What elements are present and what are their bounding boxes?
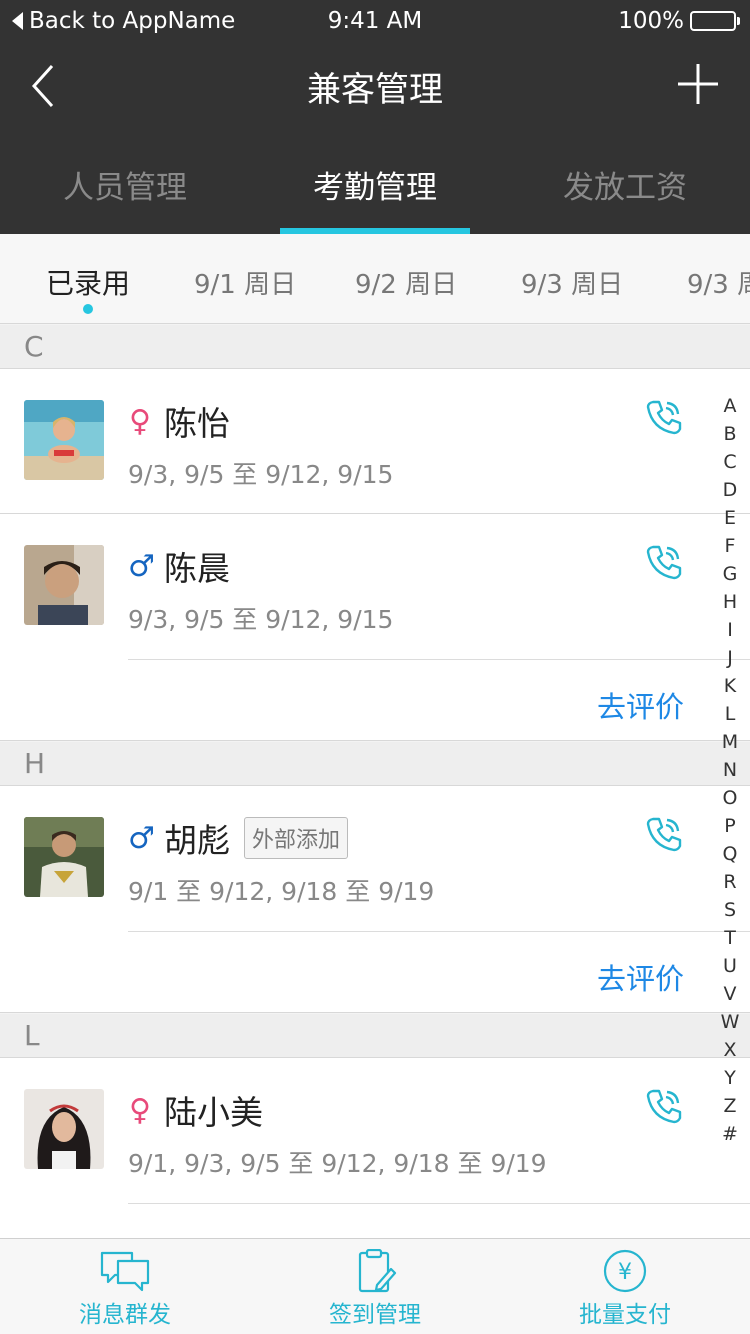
date-tab[interactable]: 9/3 周日 [521, 264, 623, 301]
index-letter[interactable]: X [718, 1036, 742, 1064]
status-bar: Back to AppName 9:41 AM 100% [0, 0, 750, 44]
index-letter[interactable]: Q [718, 840, 742, 868]
index-letter[interactable]: W [718, 1008, 742, 1036]
date-tab[interactable]: 9/2 周日 [355, 264, 457, 301]
index-letter[interactable]: U [718, 952, 742, 980]
index-letter[interactable]: L [718, 700, 742, 728]
date-tab-hired-label: 已录用 [46, 267, 131, 300]
tab-attendance[interactable]: 考勤管理 [250, 128, 500, 234]
index-letter[interactable]: F [718, 532, 742, 560]
date-tab[interactable]: 9/1 周日 [194, 264, 296, 301]
index-letter[interactable]: Y [718, 1064, 742, 1092]
female-icon: ♀ [129, 1092, 151, 1128]
yen-symbol: ¥ [618, 1260, 632, 1285]
index-letter[interactable]: N [718, 756, 742, 784]
divider [128, 1203, 750, 1204]
divider [0, 740, 750, 741]
index-letter[interactable]: D [718, 476, 742, 504]
index-letter[interactable]: G [718, 560, 742, 588]
index-letter[interactable]: C [718, 448, 742, 476]
index-letter[interactable]: E [718, 504, 742, 532]
tab-personnel[interactable]: 人员管理 [0, 128, 250, 234]
male-icon: ♂ [128, 820, 155, 856]
attendance-dates: 9/3, 9/5 至 9/12, 9/15 [128, 605, 394, 634]
rate-button[interactable]: 去评价 [597, 956, 684, 998]
yen-circle-icon: ¥ [603, 1249, 647, 1293]
clipboard-edit-icon [358, 1249, 397, 1293]
name-row: ♀ 陆小美 [128, 1086, 263, 1134]
alphabet-index[interactable]: A B C D E F G H I J K L M N O P Q R S T U V W X Y Z # [718, 392, 742, 1148]
page-title: 兼客管理 [307, 70, 443, 110]
checkin-label: 签到管理 [329, 1302, 421, 1328]
list-item[interactable]: ♂ 陈晨 9/3, 9/5 至 9/12, 9/15 去评价 [0, 514, 750, 741]
male-icon: ♂ [128, 548, 155, 584]
attendance-dates: 9/1, 9/3, 9/5 至 9/12, 9/18 至 9/19 [128, 1149, 547, 1178]
broadcast-label: 消息群发 [79, 1302, 171, 1328]
date-tab[interactable]: 9/3 周日 [687, 264, 750, 301]
section-header-h: H [0, 742, 750, 786]
female-icon: ♀ [129, 403, 151, 439]
tab-payroll[interactable]: 发放工资 [500, 128, 750, 234]
divider [128, 659, 750, 660]
active-dot-icon [83, 304, 93, 314]
external-added-badge: 外部添加 [244, 817, 349, 859]
top-tabs: 人员管理 考勤管理 发放工资 [0, 128, 750, 234]
date-tab-hired[interactable]: 已录用 [46, 262, 131, 314]
phone-icon[interactable] [644, 397, 684, 437]
list-item[interactable]: ♀ 陈怡 9/3, 9/5 至 9/12, 9/15 [0, 369, 750, 514]
name-row: ♂ 胡彪 外部添加 [128, 814, 349, 862]
index-letter[interactable]: K [718, 672, 742, 700]
checkin-management-button[interactable]: 签到管理 [250, 1239, 500, 1334]
add-icon[interactable] [676, 62, 720, 106]
pay-label: 批量支付 [579, 1302, 671, 1328]
section-header-c: C [0, 325, 750, 369]
list-item[interactable]: ♀ 陆小美 9/1, 9/3, 9/5 至 9/12, 9/18 至 9/19 [0, 1058, 750, 1238]
phone-icon[interactable] [644, 814, 684, 854]
index-letter[interactable]: V [718, 980, 742, 1008]
date-tabs: 已录用 9/1 周日 9/2 周日 9/3 周日 9/3 周日 [0, 234, 750, 324]
name-row: ♀ 陈怡 [128, 397, 230, 445]
index-letter[interactable]: A [718, 392, 742, 420]
broadcast-message-button[interactable]: 消息群发 [0, 1239, 250, 1334]
index-letter[interactable]: Z [718, 1092, 742, 1120]
index-letter[interactable]: M [718, 728, 742, 756]
rate-button[interactable]: 去评价 [597, 684, 684, 726]
person-name: 陈怡 [164, 404, 230, 443]
chat-bubbles-icon [100, 1251, 150, 1292]
index-letter[interactable]: H [718, 588, 742, 616]
index-letter[interactable]: J [718, 644, 742, 672]
divider [128, 931, 750, 932]
attendance-dates: 9/3, 9/5 至 9/12, 9/15 [128, 460, 394, 489]
bottom-toolbar: 消息群发 签到管理 ¥ 批量支付 [0, 1238, 750, 1334]
index-letter[interactable]: P [718, 812, 742, 840]
batch-payment-button[interactable]: ¥ 批量支付 [500, 1239, 750, 1334]
list-item[interactable]: ♂ 胡彪 外部添加 9/1 至 9/12, 9/18 至 9/19 去评价 [0, 786, 750, 1013]
index-letter[interactable]: O [718, 784, 742, 812]
nav-bar: 兼客管理 [0, 44, 750, 128]
index-letter[interactable]: S [718, 896, 742, 924]
battery-icon [690, 11, 740, 31]
avatar [24, 817, 104, 897]
section-header-l: L [0, 1014, 750, 1058]
avatar [24, 400, 104, 480]
index-letter[interactable]: # [718, 1120, 742, 1148]
phone-icon[interactable] [644, 542, 684, 582]
index-letter[interactable]: B [718, 420, 742, 448]
battery-percent: 100% [618, 8, 684, 34]
battery-indicator: 100% [618, 8, 740, 34]
index-letter[interactable]: I [718, 616, 742, 644]
avatar [24, 545, 104, 625]
person-name: 胡彪 [164, 821, 230, 860]
index-letter[interactable]: R [718, 868, 742, 896]
person-name: 陈晨 [164, 549, 230, 588]
avatar [24, 1089, 104, 1169]
phone-icon[interactable] [644, 1086, 684, 1126]
name-row: ♂ 陈晨 [128, 542, 230, 590]
person-name: 陆小美 [164, 1093, 263, 1132]
divider [0, 1012, 750, 1013]
index-letter[interactable]: T [718, 924, 742, 952]
attendance-dates: 9/1 至 9/12, 9/18 至 9/19 [128, 877, 435, 906]
